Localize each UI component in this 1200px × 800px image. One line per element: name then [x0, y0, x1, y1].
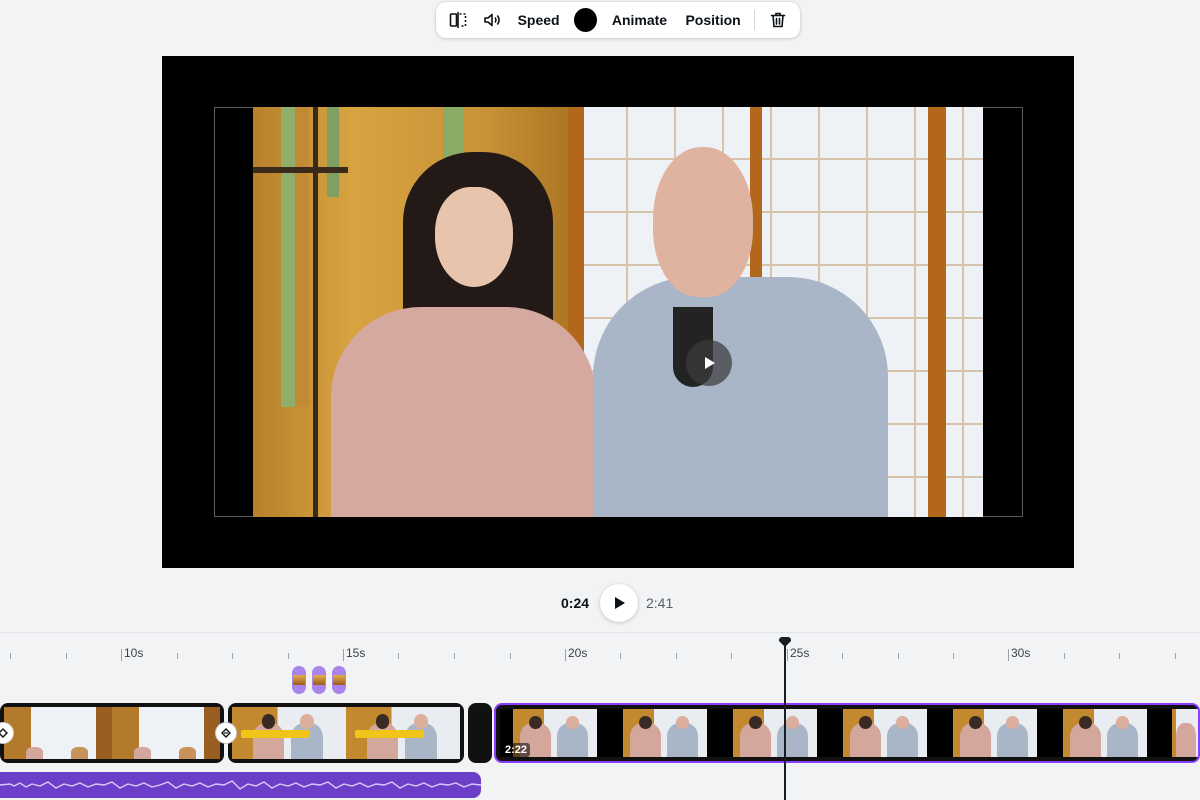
timeline[interactable]: 10s 15s 20s 25s 30s 2:22 [0, 632, 1200, 800]
video-preview[interactable] [253, 107, 983, 517]
volume-icon[interactable] [481, 8, 504, 32]
timeline-clip[interactable] [468, 703, 492, 763]
transition-icon [221, 728, 231, 738]
timeline-marker[interactable] [332, 666, 346, 694]
ruler-label: 10s [124, 646, 144, 660]
playback-controls: 0:24 2:41 [0, 583, 1200, 623]
playhead[interactable] [784, 643, 786, 800]
video-person-woman [331, 307, 596, 517]
play-button[interactable] [600, 584, 638, 622]
timeline-marker[interactable] [312, 666, 326, 694]
video-scene-post [928, 107, 946, 517]
transition-button[interactable] [215, 722, 237, 744]
timeline-marker[interactable] [292, 666, 306, 694]
audio-track[interactable] [0, 772, 481, 798]
transition-icon [0, 728, 8, 738]
total-time: 2:41 [646, 595, 674, 611]
design-canvas[interactable] [162, 56, 1074, 568]
video-play-overlay-button[interactable] [686, 340, 732, 386]
timeline-ruler[interactable]: 10s 15s 20s 25s 30s [0, 633, 1200, 667]
trash-icon[interactable] [767, 8, 790, 32]
speed-button[interactable]: Speed [518, 12, 560, 28]
toolbar-divider [754, 10, 756, 30]
play-icon [705, 357, 715, 369]
clip-duration: 2:22 [502, 743, 531, 757]
ruler-label: 20s [568, 646, 588, 660]
position-button[interactable]: Position [685, 12, 740, 28]
video-person-man-head [653, 147, 753, 297]
timeline-markers [292, 666, 346, 694]
play-icon [615, 597, 625, 609]
element-toolbar: Speed Animate Position [436, 2, 800, 38]
ruler-label: 30s [1011, 646, 1031, 660]
video-person-man [593, 277, 888, 517]
current-time: 0:24 [561, 595, 590, 611]
animate-button[interactable]: Animate [612, 12, 667, 28]
timeline-clip[interactable] [228, 703, 464, 763]
ruler-label: 15s [346, 646, 366, 660]
timeline-clip-selected[interactable]: 2:22 [494, 703, 1200, 763]
video-person-woman-face [435, 187, 513, 287]
color-swatch-button[interactable] [574, 8, 598, 32]
flip-icon[interactable] [446, 8, 469, 32]
audio-waveform [0, 780, 481, 790]
ruler-label: 25s [790, 646, 810, 660]
timeline-clip[interactable] [0, 703, 224, 763]
